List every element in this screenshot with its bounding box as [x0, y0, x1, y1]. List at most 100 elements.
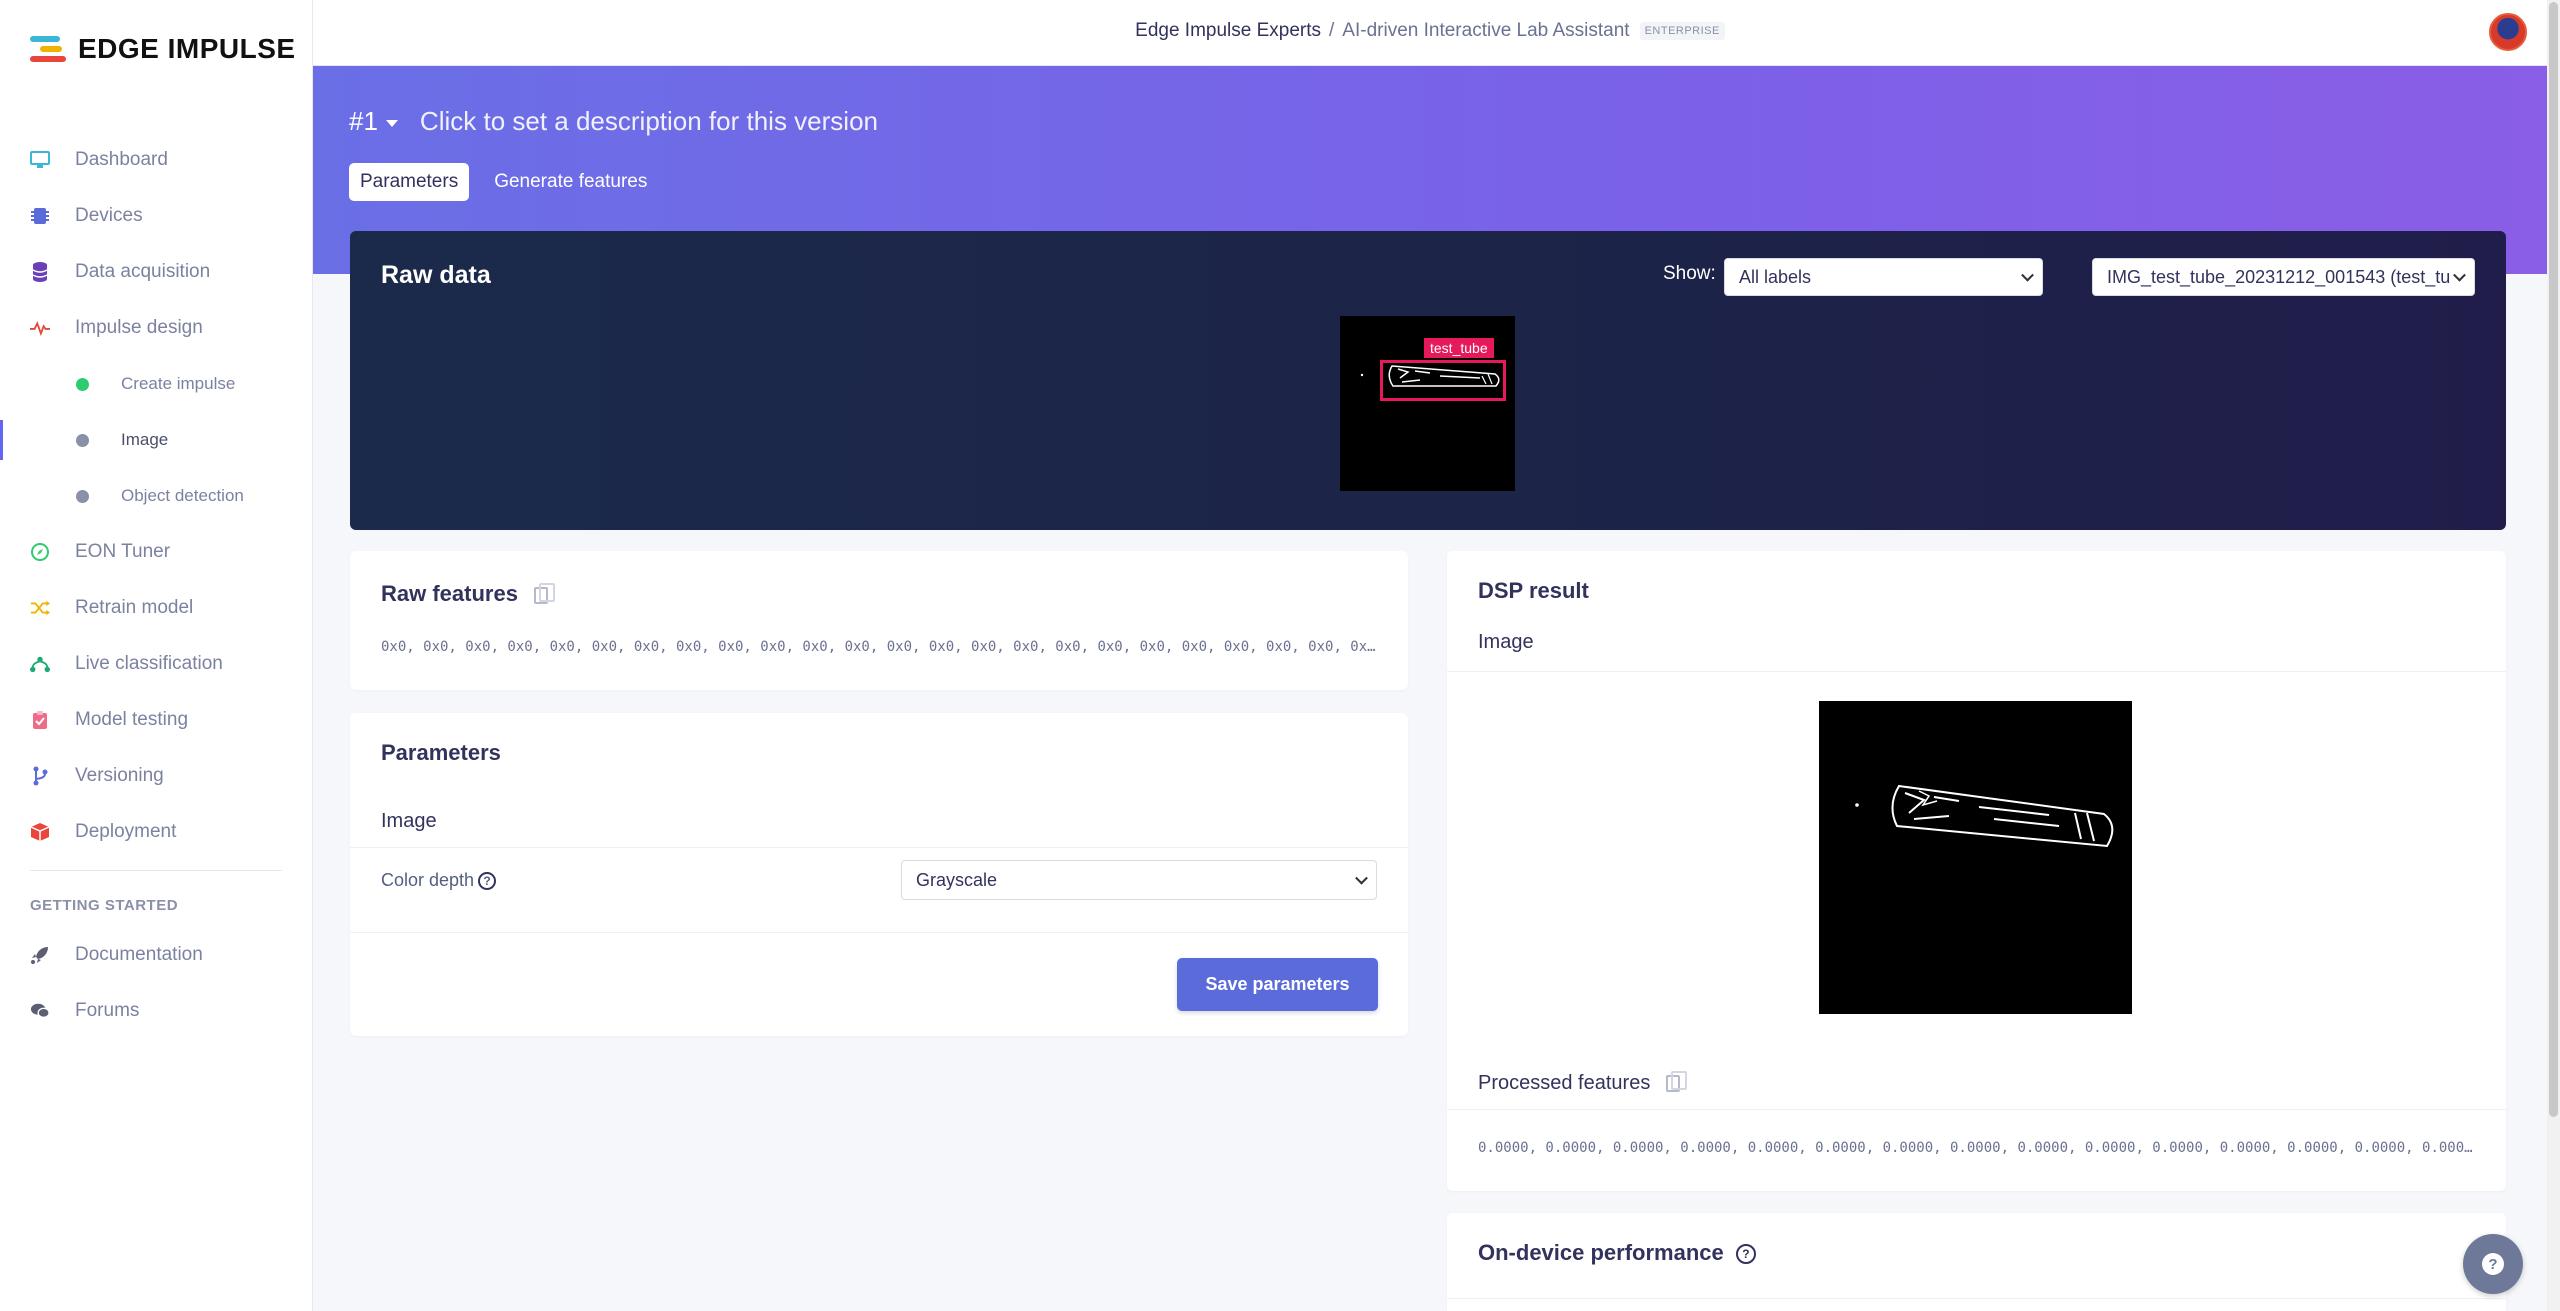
sidebar-item-label: Data acquisition: [75, 261, 211, 282]
raw-sample-image: test_tube: [1340, 316, 1515, 491]
color-depth-value: Grayscale: [916, 869, 998, 890]
sidebar-item-forums[interactable]: Forums: [0, 983, 312, 1039]
divider: [1447, 671, 2506, 672]
raw-features-card: Raw features 0x0, 0x0, 0x0, 0x0, 0x0, 0x…: [350, 551, 1408, 690]
version-selector[interactable]: #1 Click to set a description for this v…: [349, 106, 878, 137]
copy-icon[interactable]: [1666, 1071, 1688, 1093]
chevron-down-icon: [2453, 268, 2466, 282]
dsp-result-title: DSP result: [1478, 578, 1589, 603]
caret-down-icon[interactable]: [385, 119, 398, 127]
bounding-box: [1380, 360, 1506, 401]
show-label: Show:: [1663, 263, 1716, 284]
parameters-section-image: Image: [381, 810, 437, 832]
database-icon: [30, 262, 50, 282]
sidebar-item-retrain-model[interactable]: Retrain model: [0, 580, 312, 636]
chevron-down-icon: [1355, 871, 1368, 885]
sidebar-item-label: Retrain model: [75, 597, 194, 618]
sidebar: EDGE IMPULSE Dashboard Devices Data acqu…: [0, 0, 313, 1311]
raw-features-title: Raw features: [381, 581, 555, 607]
divider: [350, 932, 1408, 933]
raw-features-values: 0x0, 0x0, 0x0, 0x0, 0x0, 0x0, 0x0, 0x0, …: [381, 639, 1376, 655]
chip-icon: [30, 206, 50, 226]
sidebar-item-documentation[interactable]: Documentation: [0, 927, 312, 983]
avatar[interactable]: [2489, 13, 2527, 51]
sidebar-item-impulse-design[interactable]: Impulse design: [0, 300, 312, 356]
box-icon: [30, 822, 50, 842]
status-dot-icon: [76, 433, 89, 447]
raw-features-title-text: Raw features: [381, 581, 518, 606]
sidebar-item-label: Impulse design: [75, 317, 203, 338]
shuffle-icon: [30, 598, 50, 618]
on-device-performance-card: On-device performance ?: [1447, 1213, 2506, 1311]
sample-select[interactable]: IMG_test_tube_20231212_001543 (test_tu: [2092, 258, 2475, 296]
raw-data-title: Raw data: [381, 261, 491, 289]
sidebar-item-devices[interactable]: Devices: [0, 188, 312, 244]
save-parameters-button[interactable]: Save parameters: [1177, 958, 1378, 1011]
sidebar-item-deployment[interactable]: Deployment: [0, 804, 312, 860]
sample-value: IMG_test_tube_20231212_001543 (test_tu: [2107, 266, 2451, 287]
status-dot-icon: [76, 489, 89, 503]
on-device-performance-title: On-device performance ?: [1478, 1240, 1756, 1266]
sidebar-item-label: Image: [121, 430, 169, 449]
copy-icon[interactable]: [533, 582, 555, 604]
sidebar-item-label: Object detection: [121, 486, 244, 505]
sidebar-item-label: Deployment: [75, 821, 177, 842]
help-chat-button[interactable]: ?: [2463, 1234, 2523, 1294]
sidebar-subitem-create-impulse[interactable]: Create impulse: [0, 356, 312, 412]
color-depth-select[interactable]: Grayscale: [901, 860, 1377, 900]
performance-title-text: On-device performance: [1478, 1240, 1724, 1265]
help-icon[interactable]: ?: [1735, 1244, 1756, 1265]
color-depth-label: Color depth?: [381, 870, 497, 891]
sidebar-item-live-classification[interactable]: Live classification: [0, 636, 312, 692]
page-scrollbar[interactable]: [2547, 0, 2560, 1311]
dsp-processed-image: [1819, 701, 2132, 1014]
compass-icon: [30, 542, 50, 562]
color-depth-label-text: Color depth: [381, 870, 475, 890]
status-dot-icon: [76, 377, 89, 391]
sidebar-subitem-image[interactable]: Image: [0, 412, 312, 468]
sidebar-item-data-acquisition[interactable]: Data acquisition: [0, 244, 312, 300]
sidebar-item-label: Create impulse: [121, 374, 236, 393]
label-filter-value: All labels: [1739, 266, 1812, 287]
block-tabs: Parameters Generate features: [349, 163, 672, 201]
divider: [1447, 1109, 2506, 1110]
sidebar-item-model-testing[interactable]: Model testing: [0, 692, 312, 748]
sidebar-item-label: Live classification: [75, 653, 223, 674]
rocket-icon: [30, 945, 50, 965]
sidebar-nav: Dashboard Devices Data acquisition Impul…: [0, 132, 312, 1039]
scrollbar-thumb[interactable]: [2549, 2, 2558, 1117]
edge-impulse-logo[interactable]: EDGE IMPULSE: [30, 33, 296, 65]
logo-icon: [30, 34, 70, 64]
brand-name: EDGE IMPULSE: [78, 33, 296, 64]
breadcrumb-separator: /: [1329, 20, 1335, 41]
sidebar-item-dashboard[interactable]: Dashboard: [0, 132, 312, 188]
bounding-box-label: test_tube: [1424, 338, 1494, 358]
processed-features-title: Processed features: [1478, 1071, 1688, 1095]
sidebar-item-label: Documentation: [75, 944, 203, 965]
dsp-result-card: DSP result Image Processed features 0.00…: [1447, 551, 2506, 1191]
label-filter-select[interactable]: All labels: [1724, 258, 2043, 296]
pulse-icon: [30, 318, 50, 338]
sidebar-subitem-object-detection[interactable]: Object detection: [0, 468, 312, 524]
tree-icon: [30, 654, 50, 674]
clipboard-icon: [30, 710, 50, 730]
sidebar-item-eon-tuner[interactable]: EON Tuner: [0, 524, 312, 580]
sidebar-item-versioning[interactable]: Versioning: [0, 748, 312, 804]
help-icon[interactable]: ?: [478, 872, 497, 891]
sidebar-item-label: EON Tuner: [75, 541, 171, 562]
enterprise-badge: ENTERPRISE: [1639, 21, 1725, 40]
version-description[interactable]: Click to set a description for this vers…: [420, 106, 878, 137]
sidebar-section-title: GETTING STARTED: [30, 897, 179, 914]
breadcrumb-org[interactable]: Edge Impulse Experts: [1135, 20, 1321, 41]
divider: [1447, 1298, 2506, 1299]
sidebar-item-label: Forums: [75, 1000, 140, 1021]
breadcrumb-project[interactable]: AI-driven Interactive Lab Assistant: [1342, 20, 1629, 41]
monitor-icon: [30, 150, 50, 170]
tab-generate-features[interactable]: Generate features: [483, 163, 658, 201]
branch-icon: [30, 766, 50, 786]
breadcrumb: Edge Impulse Experts / AI-driven Interacti…: [313, 20, 2547, 42]
question-icon: ?: [2482, 1253, 2504, 1275]
tab-parameters[interactable]: Parameters: [349, 163, 470, 201]
version-number[interactable]: #1: [349, 106, 378, 137]
parameters-title: Parameters: [381, 740, 501, 765]
